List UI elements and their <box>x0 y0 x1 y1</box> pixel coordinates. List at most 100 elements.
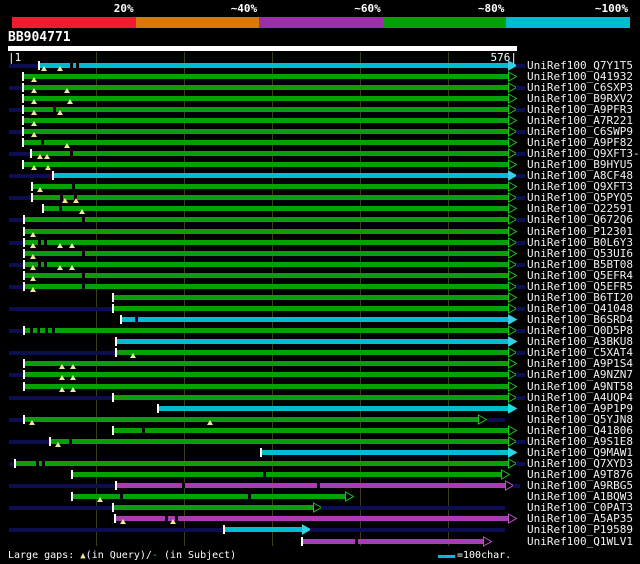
subject-label[interactable]: UniRef100_A9NZN7 <box>527 369 633 380</box>
bar-end-arrow-icon <box>508 92 518 104</box>
alignment-bar[interactable] <box>25 372 508 378</box>
subject-overhang-left <box>9 196 32 201</box>
alignment-row: UniRef100_Q7Y1T5 <box>0 60 640 71</box>
subject-gap-mark <box>44 261 47 267</box>
alignment-bar[interactable] <box>32 151 508 157</box>
alignment-bar[interactable] <box>25 228 508 234</box>
bar-end-arrow-icon <box>508 424 518 436</box>
alignment-bar[interactable] <box>73 472 501 478</box>
alignment-bar[interactable] <box>24 128 508 134</box>
subject-overhang-left <box>9 484 116 489</box>
alignment-row: UniRef100_Q41932 <box>0 71 640 82</box>
subject-gap-mark <box>263 472 266 478</box>
alignment-bar[interactable] <box>114 505 313 511</box>
alignment-bar[interactable] <box>25 250 508 256</box>
subject-label[interactable]: UniRef100_Q7Y1T5 <box>527 60 633 71</box>
subject-label[interactable]: UniRef100_P19589 <box>527 524 633 535</box>
alignment-bar[interactable] <box>25 416 478 422</box>
subject-overhang-right <box>516 284 525 289</box>
alignment-bar[interactable] <box>24 162 508 168</box>
bar-end-arrow-icon <box>508 513 518 525</box>
bar-end-arrow-icon <box>508 159 518 170</box>
alignment-bar[interactable] <box>117 350 508 356</box>
alignment-bar[interactable] <box>24 139 508 145</box>
alignment-bar[interactable] <box>122 317 508 323</box>
alignment-bar[interactable] <box>25 283 508 289</box>
subject-label[interactable]: UniRef100_B0L6Y3 <box>527 237 633 248</box>
alignment-bar[interactable] <box>33 184 508 190</box>
alignment-bar[interactable] <box>114 394 508 400</box>
bar-end-arrow-icon <box>483 535 493 547</box>
alignment-bar[interactable] <box>33 195 508 201</box>
alignment-bar[interactable] <box>24 117 508 123</box>
scale-segment-label: 20% <box>113 2 134 15</box>
subject-gap-mark <box>53 106 56 112</box>
alignment-bar[interactable] <box>25 217 508 223</box>
alignment-bar[interactable] <box>24 73 508 79</box>
bar-end-arrow-icon <box>508 402 518 414</box>
alignment-bar[interactable] <box>25 383 508 389</box>
alignment-bar[interactable] <box>114 427 508 433</box>
subject-label[interactable]: UniRef100_Q1WLV1 <box>527 536 633 547</box>
subject-label[interactable]: UniRef100_A9P1P9 <box>527 403 633 414</box>
alignment-bar[interactable] <box>40 62 508 68</box>
subject-label[interactable]: UniRef100_A9NT58 <box>527 381 633 392</box>
subject-gap-mark <box>44 239 47 245</box>
subject-gap-mark <box>182 483 185 489</box>
subject-label[interactable]: UniRef100_Q672Q6 <box>527 214 633 225</box>
alignment-bar[interactable] <box>54 173 508 179</box>
subject-overhang-right <box>487 417 505 422</box>
alignment-bar[interactable] <box>25 272 508 278</box>
alignment-row: UniRef100_A4UQP4 <box>0 392 640 403</box>
alignment-bar[interactable] <box>24 106 508 112</box>
alignment-bar[interactable] <box>159 405 508 411</box>
bar-end-arrow-icon <box>508 225 518 237</box>
alignment-bar[interactable] <box>225 527 302 533</box>
alignment-bar[interactable] <box>114 306 508 312</box>
subject-overhang-right <box>516 351 525 356</box>
bar-end-arrow-icon <box>508 292 518 303</box>
alignment-bar[interactable] <box>25 261 508 267</box>
scale-segment-label: ~60% <box>354 2 381 15</box>
alignment-bar[interactable] <box>24 84 508 90</box>
subject-gap-mark <box>82 250 85 256</box>
alignment-row: UniRef100_C6SXP3 <box>0 82 640 93</box>
subject-label[interactable]: UniRef100_Q41932 <box>527 71 633 82</box>
subject-overhang-right <box>516 218 525 223</box>
bar-end-arrow-icon <box>508 336 518 348</box>
bar-end-arrow-icon <box>508 137 518 148</box>
alignment-bar[interactable] <box>262 449 508 455</box>
alignment-row: UniRef100_A9NZN7 <box>0 369 640 381</box>
alignment-bar[interactable] <box>51 438 508 444</box>
subject-overhang-left <box>9 240 24 245</box>
subject-gap-mark <box>45 328 48 334</box>
alignment-bar[interactable] <box>73 494 345 500</box>
app-version-text: AlignView.pm Beta rel.7 <box>380 33 517 43</box>
alignment-bar[interactable] <box>25 239 508 245</box>
subject-label[interactable]: UniRef100_C6SXP3 <box>527 82 633 93</box>
subject-overhang-right <box>516 196 525 201</box>
subject-gap-mark <box>165 516 168 522</box>
subject-gap-mark <box>355 538 358 544</box>
alignment-bar[interactable] <box>44 206 508 212</box>
subject-label[interactable]: UniRef100_A4UQP4 <box>527 392 633 403</box>
bar-end-arrow-icon <box>345 491 355 503</box>
subject-gap-mark <box>69 438 72 444</box>
subject-gap-mark <box>36 461 39 467</box>
alignment-bar[interactable] <box>25 361 508 367</box>
alignment-bar[interactable] <box>24 95 508 101</box>
alignview-screen: 20% ~40% ~60% ~80% ~100% BB904771 AlignView.… <box>0 0 640 564</box>
scale-line-icon <box>438 555 455 558</box>
alignment-bar[interactable] <box>117 483 505 489</box>
bar-end-arrow-icon <box>508 181 518 193</box>
scale-segment-label: ~80% <box>477 2 505 15</box>
alignment-bar[interactable] <box>114 294 508 300</box>
subject-overhang-left <box>9 284 24 289</box>
alignment-bar[interactable] <box>117 339 508 345</box>
subject-label[interactable]: UniRef100_P12301 <box>527 226 633 237</box>
alignment-bar[interactable] <box>303 538 483 544</box>
alignment-row: UniRef100_B0L6Y3 <box>0 237 640 248</box>
alignment-bar[interactable] <box>16 461 508 467</box>
alignment-bar[interactable] <box>25 328 508 334</box>
bar-end-arrow-icon <box>508 358 518 370</box>
